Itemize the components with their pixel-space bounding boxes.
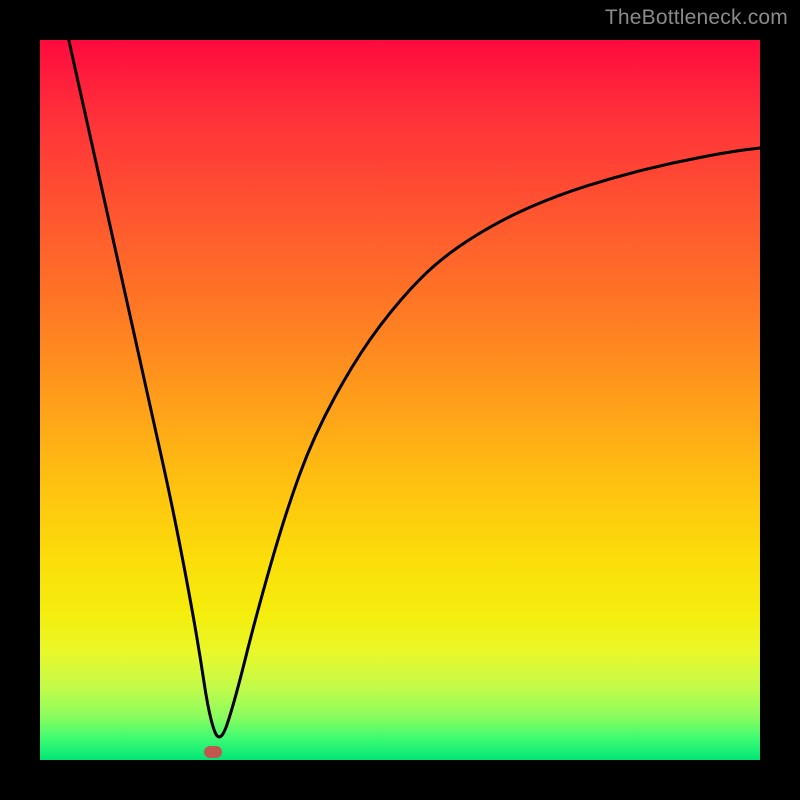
curve-svg: [40, 40, 760, 760]
optimal-marker: [204, 746, 222, 758]
plot-area: [40, 40, 760, 760]
chart-frame: TheBottleneck.com: [0, 0, 800, 800]
bottleneck-curve: [69, 40, 760, 737]
watermark-text: TheBottleneck.com: [605, 6, 788, 30]
